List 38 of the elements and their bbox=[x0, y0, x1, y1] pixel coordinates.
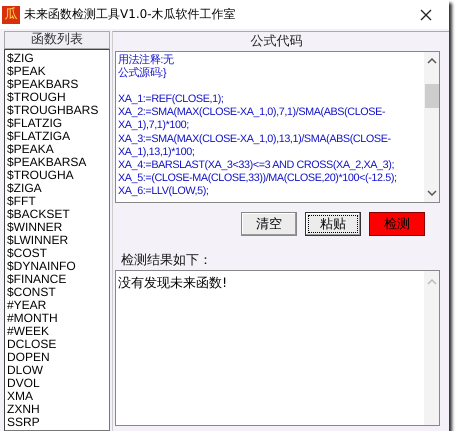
list-item[interactable]: $ZIGA bbox=[7, 182, 107, 195]
list-item[interactable]: $CONST bbox=[7, 286, 107, 299]
list-item[interactable]: ZXNH bbox=[7, 403, 107, 416]
result-label: 检测结果如下： bbox=[120, 252, 213, 270]
list-item[interactable]: $ZIG bbox=[7, 52, 107, 65]
column-header: 函数列表 bbox=[4, 31, 110, 49]
list-item[interactable]: $LWINNER bbox=[7, 234, 107, 247]
button[interactable]: 检测 bbox=[369, 212, 425, 236]
list-item[interactable]: $TROUGHA bbox=[7, 169, 107, 182]
list-item[interactable]: $FLATZIG bbox=[7, 117, 107, 130]
list-item[interactable]: $PEAKA bbox=[7, 143, 107, 156]
button[interactable]: 清空 bbox=[241, 212, 297, 236]
list-item[interactable]: SSRP bbox=[7, 416, 107, 429]
list-item[interactable]: DCLOSE bbox=[7, 338, 107, 351]
list-item[interactable]: $WINNER bbox=[7, 221, 107, 234]
list-item[interactable]: DVOL bbox=[7, 377, 107, 390]
window-title: 未来函数检测工具V1.0-木瓜软件工作室 bbox=[24, 6, 237, 23]
list-item[interactable]: #MONTH bbox=[7, 312, 107, 325]
list-item[interactable]: $FINANCE bbox=[7, 273, 107, 286]
close-icon[interactable] bbox=[419, 8, 433, 22]
panel-header: 公式代码 bbox=[250, 33, 304, 51]
list-item[interactable]: DOPEN bbox=[7, 351, 107, 364]
list-item[interactable]: $FLATZIGA bbox=[7, 130, 107, 143]
list-item[interactable]: $BACKSET bbox=[7, 208, 107, 221]
list-item[interactable]: $DYNAINFO bbox=[7, 260, 107, 273]
list-item[interactable]: DLOW bbox=[7, 364, 107, 377]
list-item[interactable]: $FFT bbox=[7, 195, 107, 208]
list-item[interactable]: #WEEK bbox=[7, 325, 107, 338]
list-item[interactable]: $PEAKBARSA bbox=[7, 156, 107, 169]
button[interactable]: 粘贴 bbox=[305, 212, 361, 236]
list-item[interactable]: $TROUGH bbox=[7, 91, 107, 104]
list-item[interactable]: $TROUGHBARS bbox=[7, 104, 107, 117]
list-item[interactable]: $PEAK bbox=[7, 65, 107, 78]
list-item[interactable]: $COST bbox=[7, 247, 107, 260]
list-item[interactable]: XMA bbox=[7, 390, 107, 403]
list-item[interactable]: $PEAKBARS bbox=[7, 78, 107, 91]
app-icon: 瓜 bbox=[2, 6, 20, 24]
list-item[interactable]: #YEAR bbox=[7, 299, 107, 312]
